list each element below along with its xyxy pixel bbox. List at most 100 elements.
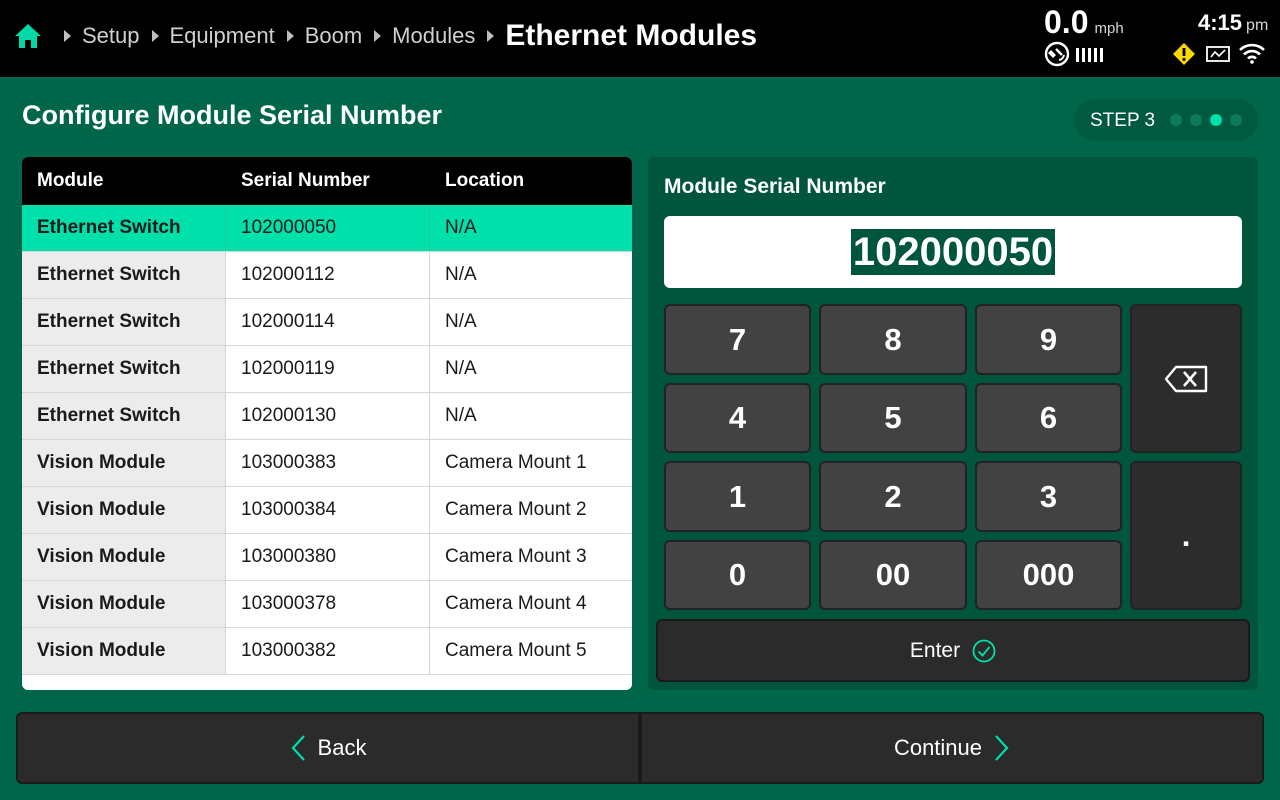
location-cell: N/A <box>445 311 477 332</box>
module-cell: Ethernet Switch <box>22 393 226 439</box>
serial-input-value: 102000050 <box>850 229 1056 275</box>
module-cell: Vision Module <box>22 440 226 486</box>
gps-satellite-icon[interactable] <box>1044 41 1070 67</box>
key-5[interactable]: 5 <box>819 383 967 453</box>
location-cell: Camera Mount 1 <box>445 452 587 473</box>
table-header: Module Serial Number Location <box>22 157 632 205</box>
chevron-right-icon <box>64 30 71 42</box>
enter-button-label: Enter <box>909 638 961 662</box>
table-row[interactable]: Vision Module 103000383 Camera Mount 1 <box>22 440 632 487</box>
panel-title: Module Serial Number <box>664 175 886 198</box>
key-7[interactable]: 7 <box>664 304 811 375</box>
enter-button[interactable]: Enter <box>656 619 1250 682</box>
key-2[interactable]: 2 <box>819 461 967 532</box>
wifi-icon[interactable] <box>1238 42 1266 64</box>
table-row[interactable]: Ethernet Switch 102000114 N/A <box>22 299 632 346</box>
key-1[interactable]: 1 <box>664 461 811 532</box>
step-dot-4 <box>1230 114 1242 126</box>
column-header-serial: Serial Number <box>241 170 370 191</box>
key-00[interactable]: 00 <box>819 540 967 610</box>
key-4[interactable]: 4 <box>664 383 811 453</box>
module-cell: Ethernet Switch <box>22 205 226 251</box>
module-cell: Vision Module <box>22 487 226 533</box>
serial-cell: 103000383 <box>226 440 430 486</box>
module-cell: Vision Module <box>22 534 226 580</box>
table-body: Ethernet Switch 102000050 N/A Ethernet Swit… <box>22 205 632 675</box>
speed-unit: mph <box>1094 20 1124 37</box>
chevron-right-icon <box>487 30 495 42</box>
module-cell: Vision Module <box>22 628 226 674</box>
step-dot-1 <box>1170 114 1182 126</box>
column-header-location: Location <box>445 170 525 191</box>
location-cell: N/A <box>445 358 477 379</box>
serial-entry-panel: Module Serial Number 102000050 7 8 9 4 5… <box>648 157 1258 690</box>
serial-cell: 102000130 <box>226 393 430 439</box>
breadcrumb-item-setup[interactable]: Setup <box>82 23 140 49</box>
module-table[interactable]: Module Serial Number Location Ethernet S… <box>22 157 632 690</box>
breadcrumb: Setup Equipment Boom Modules Ethernet Mo… <box>52 0 757 72</box>
step-dot-3 <box>1210 114 1222 126</box>
backspace-button[interactable] <box>1130 304 1242 453</box>
table-row[interactable]: Ethernet Switch 102000112 N/A <box>22 252 632 299</box>
check-circle-icon <box>972 639 996 662</box>
location-cell: N/A <box>445 405 477 426</box>
location-cell: Camera Mount 4 <box>445 593 587 614</box>
table-row[interactable]: Vision Module 103000378 Camera Mount 4 <box>22 581 632 628</box>
breadcrumb-item-equipment[interactable]: Equipment <box>170 23 275 49</box>
display-icon[interactable] <box>1206 44 1230 64</box>
breadcrumb-item-boom[interactable]: Boom <box>305 23 362 49</box>
step-label: STEP 3 <box>1090 110 1156 131</box>
key-9[interactable]: 9 <box>975 304 1122 375</box>
back-button[interactable]: Back <box>16 712 640 784</box>
location-cell: Camera Mount 2 <box>445 499 587 520</box>
key-3[interactable]: 3 <box>975 461 1122 532</box>
backspace-icon <box>1164 365 1208 392</box>
serial-cell: 102000119 <box>226 346 430 392</box>
location-cell: Camera Mount 5 <box>445 640 587 661</box>
continue-button[interactable]: Continue <box>640 712 1264 784</box>
clock: 4:15 pm <box>1198 10 1268 36</box>
breadcrumb-item-modules[interactable]: Modules <box>392 23 475 49</box>
table-row[interactable]: Vision Module 103000380 Camera Mount 3 <box>22 534 632 581</box>
serial-cell: 103000378 <box>226 581 430 627</box>
home-icon[interactable] <box>14 22 42 50</box>
speed-readout: 0.0 mph <box>1044 4 1124 41</box>
key-6[interactable]: 6 <box>975 383 1122 453</box>
serial-cell: 102000112 <box>226 252 430 298</box>
serial-cell: 102000050 <box>226 205 430 251</box>
location-cell: Camera Mount 3 <box>445 546 587 567</box>
warning-icon[interactable] <box>1172 42 1196 66</box>
column-header-module: Module <box>37 170 104 191</box>
location-cell: N/A <box>445 264 477 285</box>
serial-cell: 102000114 <box>226 299 430 345</box>
key-8[interactable]: 8 <box>819 304 967 375</box>
top-bar: Setup Equipment Boom Modules Ethernet Mo… <box>0 0 1280 77</box>
chevron-right-icon <box>286 30 294 42</box>
table-row[interactable]: Vision Module 103000382 Camera Mount 5 <box>22 628 632 675</box>
table-row[interactable]: Ethernet Switch 102000050 N/A <box>22 205 632 252</box>
serial-cell: 103000384 <box>226 487 430 533</box>
chevron-right-icon <box>374 30 382 42</box>
module-cell: Ethernet Switch <box>22 346 226 392</box>
step-indicator: STEP 3 <box>1074 99 1258 141</box>
chevron-left-icon <box>291 735 305 761</box>
page-heading: Ethernet Modules <box>505 19 758 52</box>
key-decimal[interactable]: . <box>1130 461 1242 610</box>
step-dot-2 <box>1190 114 1202 126</box>
speed-value: 0.0 <box>1044 4 1089 40</box>
table-row[interactable]: Ethernet Switch 102000119 N/A <box>22 346 632 393</box>
serial-input[interactable]: 102000050 <box>664 216 1242 288</box>
chevron-right-icon <box>151 30 159 42</box>
module-cell: Ethernet Switch <box>22 252 226 298</box>
table-row[interactable]: Ethernet Switch 102000130 N/A <box>22 393 632 440</box>
table-row[interactable]: Vision Module 103000384 Camera Mount 2 <box>22 487 632 534</box>
module-cell: Ethernet Switch <box>22 299 226 345</box>
page-title: Configure Module Serial Number <box>22 100 443 130</box>
serial-cell: 103000382 <box>226 628 430 674</box>
location-cell: N/A <box>430 205 632 251</box>
serial-cell: 103000380 <box>226 534 430 580</box>
chevron-right-icon <box>995 735 1009 761</box>
back-button-label: Back <box>317 735 367 760</box>
key-0[interactable]: 0 <box>664 540 811 610</box>
key-000[interactable]: 000 <box>975 540 1122 610</box>
